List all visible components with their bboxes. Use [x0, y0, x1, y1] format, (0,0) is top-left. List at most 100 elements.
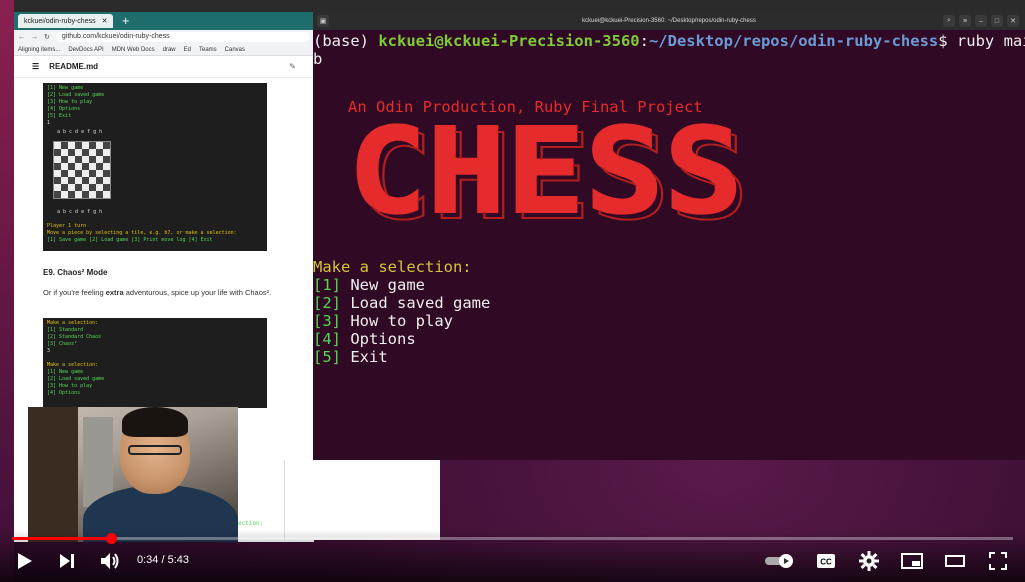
theater-icon	[945, 555, 965, 567]
player-controls: 0:34 / 5:43 CC	[0, 530, 1025, 582]
bookmarks-bar: Aligning items... DevDocs API MDN Web Do…	[14, 44, 314, 56]
play-button[interactable]	[12, 548, 38, 574]
menu-label: Exit	[341, 348, 388, 366]
section-heading: E9. Chaos² Mode	[43, 268, 108, 277]
settings-button[interactable]	[856, 548, 882, 574]
prompt-prefix: (base)	[313, 32, 379, 50]
menu-label: Load saved game	[341, 294, 491, 312]
miniplayer-icon	[901, 553, 923, 569]
shot-line: [2] Load saved game	[47, 376, 105, 382]
chessboard-image	[53, 141, 111, 199]
new-tab-icon[interactable]: +	[121, 16, 129, 27]
bookmark[interactable]: DevDocs API	[68, 47, 103, 53]
readme-screenshot-chaos: Make a selection: [1] Standard [2] Stand…	[43, 318, 267, 408]
time-display: 0:34 / 5:43	[137, 554, 189, 566]
search-icon[interactable]: ⌕	[943, 15, 955, 27]
menu-label: Options	[341, 330, 416, 348]
close-icon[interactable]: ✕	[1007, 15, 1019, 27]
fullscreen-button[interactable]	[985, 548, 1011, 574]
shot-line: [4] Options	[47, 390, 81, 396]
readme-header: ☰ README.md ✎	[14, 56, 314, 78]
bookmark[interactable]: Ed	[184, 47, 191, 53]
terminal-titlebar: ▣ kckuei@kckuei-Precision-3560: ~/Deskto…	[313, 12, 1025, 30]
menu-item-how-to-play[interactable]: [3] How to play	[313, 312, 490, 330]
close-icon[interactable]: ✕	[102, 17, 108, 25]
shot-line: [5] Exit	[47, 113, 72, 119]
settings-icon	[859, 551, 879, 571]
shot-line: [4] Options	[47, 106, 81, 112]
shot-line: [1] Standard	[47, 327, 84, 333]
bookmark[interactable]: Teams	[199, 47, 217, 53]
menu-num: [2]	[313, 294, 341, 312]
list-icon[interactable]: ☰	[32, 62, 39, 71]
prompt-line: (base) kckuei@kckuei-Precision-3560:~/De…	[313, 32, 1025, 50]
back-icon[interactable]: ←	[18, 34, 25, 41]
paragraph-bold: extra	[105, 288, 124, 297]
prompt-wrap: b	[313, 50, 323, 68]
miniplayer-button[interactable]	[899, 548, 925, 574]
ubuntu-top-bar	[0, 0, 1025, 12]
browser-tab[interactable]: kckuei/odin-ruby-chess ✕	[18, 14, 114, 28]
subtitles-button[interactable]: CC	[813, 548, 839, 574]
video-frame[interactable]: kckuei/odin-ruby-chess ✕ + ← → ↻ github.…	[0, 0, 1025, 582]
section-paragraph: Or if you're feeling extra adventurous, …	[43, 287, 273, 299]
webcam-overlay	[28, 407, 238, 542]
terminal-title: kckuei@kckuei-Precision-3560: ~/Desktop/…	[582, 18, 756, 24]
theater-button[interactable]	[942, 548, 968, 574]
menu-item-exit[interactable]: [5] Exit	[313, 348, 490, 366]
menu-num: [4]	[313, 330, 341, 348]
webcam-person-hair	[122, 407, 188, 437]
browser-window-back	[284, 460, 440, 540]
webcam-person-glasses	[128, 445, 182, 455]
main-menu: Make a selection: [1] New game [2] Load …	[313, 258, 490, 366]
prompt-colon: :	[639, 32, 649, 50]
shot-files-bottom: a b c d e f g h	[57, 209, 103, 215]
shot-line: Make a selection:	[47, 320, 99, 326]
shot-line: [2] Standard Chaos	[47, 334, 102, 340]
shot-line: 1	[47, 120, 51, 126]
terminal-window: ▣ kckuei@kckuei-Precision-3560: ~/Deskto…	[313, 12, 1025, 460]
shot-line: 3	[47, 348, 51, 354]
new-tab-icon[interactable]: ▣	[317, 15, 329, 27]
paragraph-text: adventurous, spice up your life with Cha…	[123, 288, 272, 297]
forward-icon[interactable]: →	[31, 34, 38, 41]
menu-item-load-game[interactable]: [2] Load saved game	[313, 294, 490, 312]
play-icon	[18, 553, 32, 569]
menu-num: [1]	[313, 276, 341, 294]
progress-scrubber[interactable]	[106, 533, 117, 544]
progress-fill	[12, 537, 111, 540]
volume-icon	[101, 553, 119, 569]
menu-item-options[interactable]: [4] Options	[313, 330, 490, 348]
bookmark[interactable]: Aligning items...	[18, 47, 60, 53]
reload-icon[interactable]: ↻	[44, 33, 50, 41]
bookmark[interactable]: MDN Web Docs	[112, 47, 155, 53]
next-button[interactable]	[54, 548, 80, 574]
browser-tabbar: kckuei/odin-ruby-chess ✕ +	[14, 12, 314, 30]
bookmark[interactable]: draw	[163, 47, 176, 53]
terminal-body[interactable]: (base) kckuei@kckuei-Precision-3560:~/De…	[313, 30, 1025, 460]
menu-icon[interactable]: ≡	[959, 15, 971, 27]
minimize-icon[interactable]: –	[975, 15, 987, 27]
autoplay-toggle[interactable]	[762, 548, 798, 574]
logo-text: CHESS	[348, 114, 743, 224]
chess-logo: CHESS CHESS CHESS	[347, 114, 746, 224]
edit-icon[interactable]: ✎	[289, 62, 296, 71]
url-field[interactable]: github.com/kckuei/odin-ruby-chess	[55, 32, 310, 42]
maximize-icon[interactable]: □	[991, 15, 1003, 27]
next-icon	[60, 554, 74, 568]
shot-line: [3] Chaos²	[47, 341, 78, 347]
shot-line: [1] New game	[47, 85, 84, 91]
progress-bar[interactable]	[12, 533, 1013, 544]
desktop-strip	[0, 0, 14, 582]
shot-prompt: Move a piece by selecting a tile, e.g. b…	[47, 230, 237, 236]
autoplay-toggle-icon	[765, 554, 793, 568]
paragraph-text: Or if you're feeling	[43, 288, 106, 297]
shot-files-top: a b c d e f g h	[57, 129, 103, 135]
prompt-command: $ ruby main.r	[938, 32, 1025, 50]
bookmark[interactable]: Canvas	[225, 47, 245, 53]
readme-title: README.md	[49, 62, 99, 71]
menu-item-new-game[interactable]: [1] New game	[313, 276, 490, 294]
shot-line: [3] How to play	[47, 383, 93, 389]
volume-button[interactable]	[96, 548, 124, 574]
menu-num: [3]	[313, 312, 341, 330]
